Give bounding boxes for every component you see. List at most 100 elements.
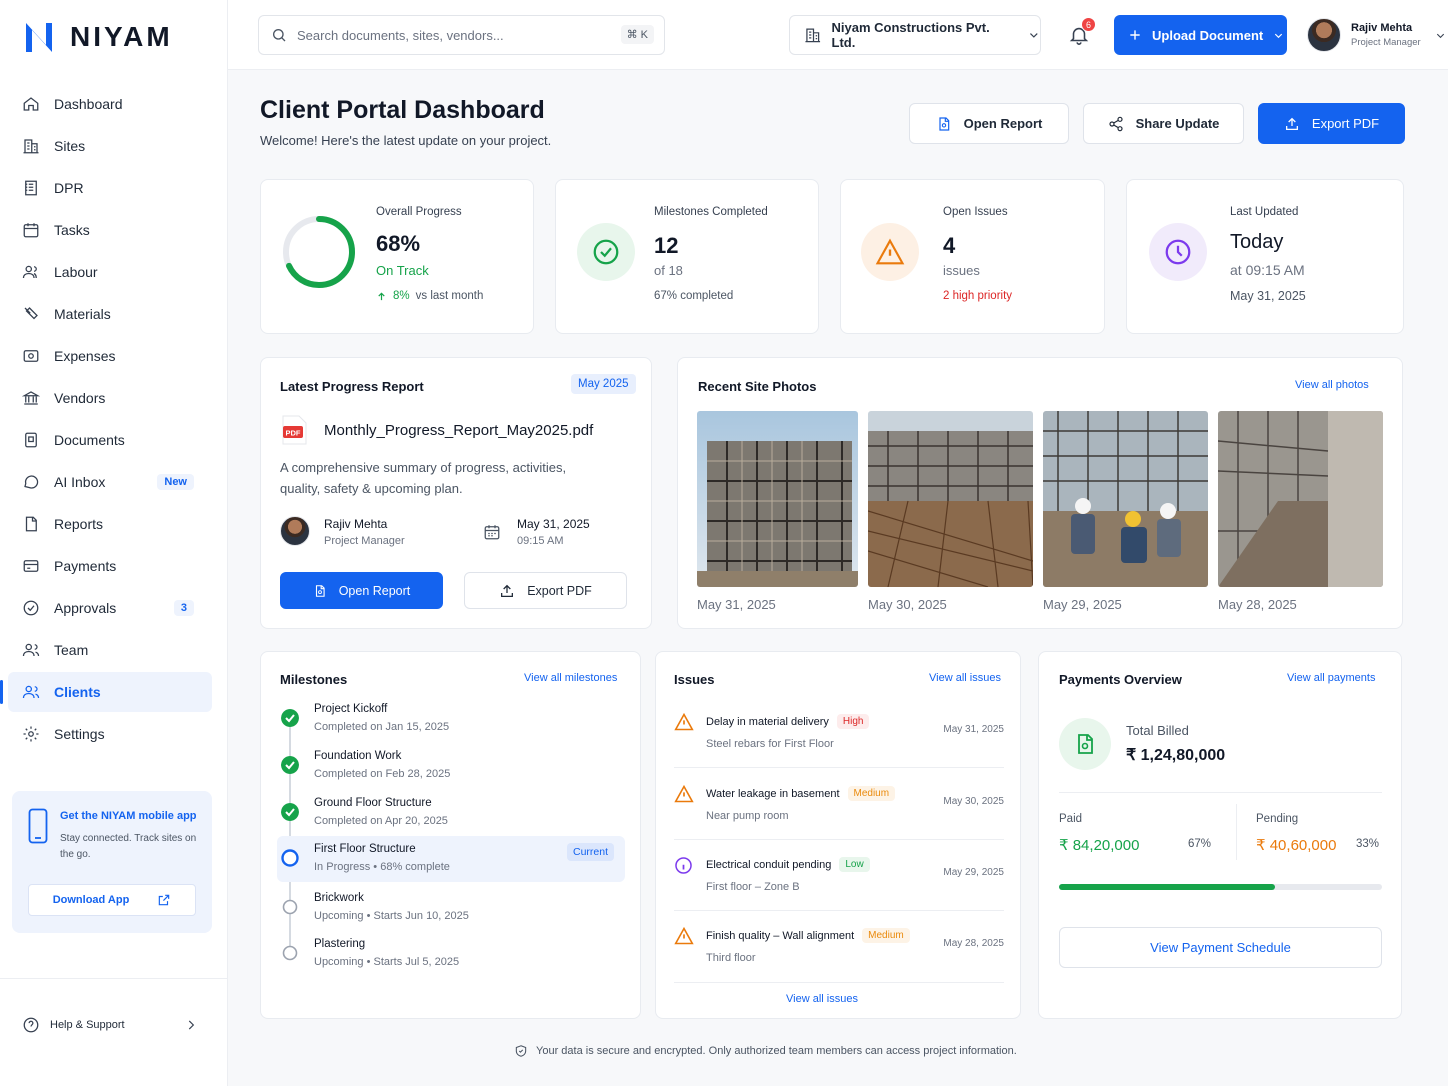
expenses-icon [23, 350, 39, 362]
priority-badge: Low [839, 857, 870, 872]
site-photo[interactable] [868, 411, 1033, 587]
view-all-milestones-link[interactable]: View all milestones [524, 672, 617, 684]
issue-item[interactable]: Delay in material delivery High Steel reb… [656, 712, 1022, 785]
search-input[interactable]: Search documents, sites, vendors... ⌘ K [258, 15, 665, 55]
updated-time: at 09:15 AM [1230, 262, 1305, 278]
sidebar-item-label: Documents [54, 432, 125, 448]
view-payment-schedule-button[interactable]: View Payment Schedule [1059, 927, 1382, 968]
author-avatar [280, 516, 310, 546]
view-all-payments-link[interactable]: View all payments [1287, 672, 1375, 684]
issue-title: Delay in material delivery [706, 715, 829, 728]
sidebar-item-vendors[interactable]: Vendors [8, 378, 212, 418]
page-title: Client Portal Dashboard [260, 96, 545, 124]
issue-title-row: Delay in material delivery High [706, 714, 870, 729]
milestone-item[interactable]: Plastering Upcoming • Starts Jul 5, 2025 [261, 938, 621, 984]
building-icon [805, 28, 821, 43]
issue-divider [674, 767, 1004, 768]
issue-date: May 29, 2025 [943, 867, 1004, 878]
site-photo[interactable] [1043, 411, 1208, 587]
sidebar-item-settings[interactable]: Settings [8, 714, 212, 754]
user-name: Rajiv Mehta [1351, 22, 1413, 34]
calendar-check-icon [23, 223, 39, 238]
report-date: May 31, 2025 [517, 517, 590, 531]
sidebar-item-sites[interactable]: Sites [8, 126, 212, 166]
updated-date: May 31, 2025 [1230, 289, 1306, 303]
report-file-name[interactable]: Monthly_Progress_Report_May2025.pdf [324, 422, 593, 439]
phone-icon [28, 808, 48, 844]
sidebar-item-dashboard[interactable]: Dashboard [8, 84, 212, 124]
sidebar-item-materials[interactable]: Materials [8, 294, 212, 334]
external-link-icon [159, 894, 170, 906]
clock-icon [1149, 223, 1207, 281]
pending-percent: 33% [1356, 838, 1380, 850]
issue-item[interactable]: Finish quality – Wall alignment Medium Th… [656, 926, 1022, 999]
view-payment-schedule-label: View Payment Schedule [1150, 940, 1291, 955]
sidebar-item-label: Sites [54, 138, 86, 154]
issue-date: May 31, 2025 [943, 724, 1004, 735]
chevron-down-icon [1436, 33, 1444, 38]
milestone-item[interactable]: Ground Floor Structure Completed on Apr … [261, 797, 621, 843]
user-menu[interactable]: Rajiv Mehta Project Manager [1307, 18, 1446, 52]
sidebar-item-labour[interactable]: Labour [8, 252, 212, 292]
section-title: Recent Site Photos [698, 379, 817, 394]
sidebar-item-approvals[interactable]: Approvals 3 [8, 588, 212, 628]
progress-delta: 8% vs last month [376, 290, 483, 302]
milestone-item[interactable]: Brickwork Upcoming • Starts Jun 10, 2025 [261, 892, 621, 938]
issue-item[interactable]: Electrical conduit pending Low First floo… [656, 857, 1022, 928]
sidebar-item-label: Expenses [54, 348, 116, 364]
topbar: Search documents, sites, vendors... ⌘ K … [228, 0, 1448, 70]
check-circle-icon [577, 223, 635, 281]
approvals-count-badge: 3 [173, 600, 194, 616]
milestone-item[interactable]: Foundation Work Completed on Feb 28, 202… [261, 750, 621, 796]
sidebar-item-label: Dashboard [54, 96, 123, 112]
chat-icon [24, 475, 39, 489]
issue-item[interactable]: Water leakage in basement Medium Near pum… [656, 784, 1022, 857]
sidebar-nav: Dashboard Sites DPR Tasks Labour Materia… [0, 84, 212, 756]
milestone-item[interactable]: Project Kickoff Completed on Jan 15, 202… [261, 703, 621, 749]
report-export-button[interactable]: Export PDF [464, 572, 627, 609]
view-all-issues-footer-link[interactable]: View all issues [786, 993, 858, 1005]
upload-document-button[interactable]: Upload Document [1114, 15, 1287, 55]
milestone-item[interactable]: First Floor Structure In Progress • 68% … [261, 843, 621, 889]
view-all-issues-link[interactable]: View all issues [929, 672, 1001, 684]
sidebar-item-documents[interactable]: Documents [8, 420, 212, 460]
building-icon [23, 139, 39, 154]
sidebar-item-clients[interactable]: Clients [0, 672, 212, 712]
promo-title: Get the NIYAM mobile app [60, 810, 197, 822]
company-selector[interactable]: Niyam Constructions Pvt. Ltd. [789, 15, 1041, 55]
share-update-button[interactable]: Share Update [1083, 103, 1244, 144]
site-photo[interactable] [697, 411, 858, 587]
export-pdf-button[interactable]: Export PDF [1258, 103, 1405, 144]
open-report-button[interactable]: Open Report [909, 103, 1069, 144]
sidebar-item-dpr[interactable]: DPR [8, 168, 212, 208]
latest-report-card: Latest Progress Report May 2025 PDF Mont… [260, 357, 652, 629]
issue-sub: First floor – Zone B [706, 881, 800, 893]
priority-badge: Medium [847, 786, 896, 801]
sidebar-item-team[interactable]: Team [8, 630, 212, 670]
logo[interactable]: NIYAM [22, 20, 173, 54]
sidebar-item-label: Tasks [54, 222, 90, 238]
help-support-link[interactable]: Help & Support [22, 1016, 198, 1034]
empty-circle-icon [282, 945, 298, 961]
issues-card: Issues View all issues Delay in material… [655, 651, 1021, 1019]
sidebar-item-expenses[interactable]: Expenses [8, 336, 212, 376]
sidebar-item-reports[interactable]: Reports [8, 504, 212, 544]
pending-value: ₹ 40,60,000 [1256, 837, 1337, 854]
sidebar-item-label: Materials [54, 306, 111, 322]
download-app-button[interactable]: Download App [28, 884, 196, 916]
report-open-button[interactable]: Open Report [280, 572, 443, 609]
mobile-app-promo: Get the NIYAM mobile app Stay connected.… [12, 791, 212, 933]
view-all-photos-link[interactable]: View all photos [1295, 379, 1369, 391]
sidebar-item-tasks[interactable]: Tasks [8, 210, 212, 250]
total-billed-value: ₹ 1,24,80,000 [1126, 747, 1226, 764]
sidebar-item-label: DPR [54, 180, 84, 196]
milestone-sub: Upcoming • Starts Jun 10, 2025 [314, 910, 469, 922]
issues-value: 4 [943, 233, 956, 258]
sidebar-item-payments[interactable]: Payments [8, 546, 212, 586]
site-photo[interactable] [1218, 411, 1383, 587]
home-icon [23, 97, 39, 111]
report-export-label: Export PDF [527, 583, 592, 598]
sidebar-item-ai-inbox[interactable]: AI Inbox New [8, 462, 212, 502]
empty-circle-icon [282, 899, 298, 915]
check-circle-icon [281, 756, 299, 774]
